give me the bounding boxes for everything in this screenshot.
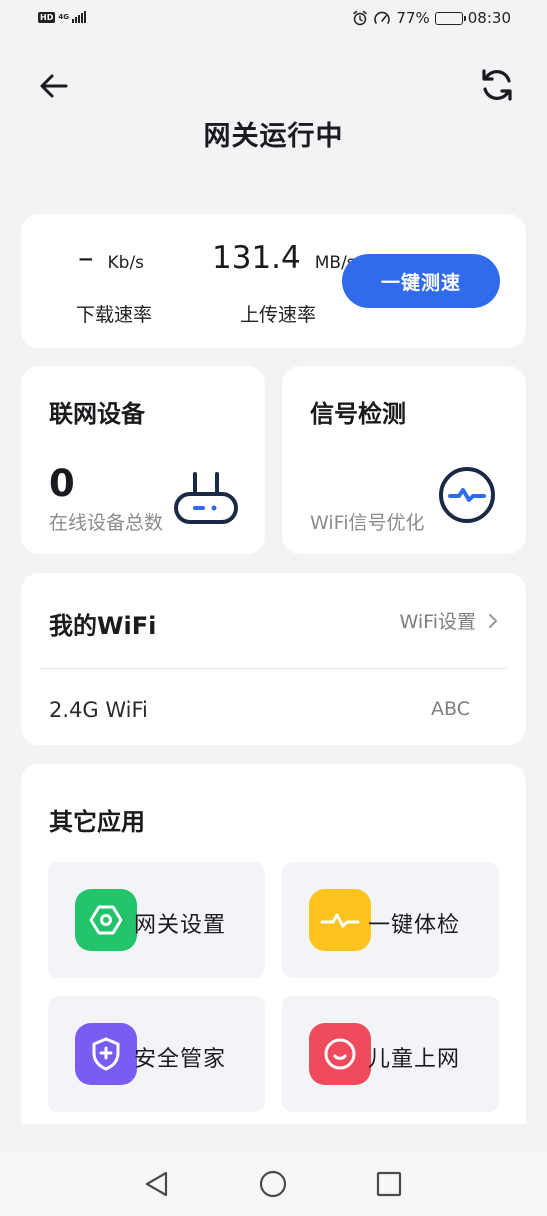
devices-subtitle: 在线设备总数 <box>49 512 164 534</box>
device-count: 0 <box>49 462 75 505</box>
status-left: HD 4G <box>38 11 86 23</box>
alarm-icon <box>353 10 368 26</box>
upload-value: 131.4 <box>212 240 301 276</box>
upload-label: 上传速率 <box>240 304 317 326</box>
app-label: 儿童上网 <box>368 1047 461 1072</box>
connected-devices-card[interactable]: 联网设备 0 在线设备总数 <box>21 366 265 554</box>
other-apps-card: 其它应用 网关设置 一键体检 安全管家 儿童上网 <box>21 764 526 1124</box>
app-icon-bg <box>309 889 371 951</box>
apps-title: 其它应用 <box>49 808 145 836</box>
back-button[interactable] <box>36 68 72 104</box>
app-label: 一键体检 <box>368 913 461 938</box>
refresh-button[interactable] <box>478 66 516 104</box>
signal-check-card[interactable]: 信号检测 WiFi信号优化 <box>282 366 526 554</box>
speedometer-icon <box>374 11 391 24</box>
signal-subtitle: WiFi信号优化 <box>310 512 425 534</box>
speed-test-button[interactable]: 一键测速 <box>342 254 500 308</box>
wifi-title: 我的WiFi <box>49 612 157 640</box>
pulse-icon <box>439 467 495 523</box>
refresh-icon <box>482 69 512 101</box>
smile-icon <box>324 1038 356 1070</box>
app-label: 安全管家 <box>134 1047 227 1072</box>
system-nav-bar <box>0 1152 547 1216</box>
divider <box>40 668 507 669</box>
app-icon-bg <box>75 1023 137 1085</box>
wifi-settings-link[interactable]: WiFi设置 <box>400 607 498 634</box>
hd-badge: HD <box>38 11 56 23</box>
app-security-manager[interactable]: 安全管家 <box>48 996 265 1112</box>
network-type: 4G <box>58 12 69 21</box>
arrow-left-icon <box>40 74 68 98</box>
download-label: 下载速率 <box>76 304 153 326</box>
pulse-icon <box>320 913 360 928</box>
nav-back-icon[interactable] <box>142 1169 172 1199</box>
devices-title: 联网设备 <box>49 400 145 428</box>
download-speed: – Kb/s <box>78 240 144 276</box>
my-wifi-card: 我的WiFi WiFi设置 2.4G WiFi ABC <box>21 573 526 745</box>
nav-recent-icon[interactable] <box>374 1169 404 1199</box>
router-icon <box>174 472 238 524</box>
battery-percent: 77% <box>396 9 430 27</box>
chevron-right-icon <box>488 613 498 628</box>
app-label: 网关设置 <box>134 913 227 938</box>
app-kids-online[interactable]: 儿童上网 <box>282 996 499 1112</box>
wifi-settings-label: WiFi设置 <box>399 611 476 633</box>
speed-card: – Kb/s 131.4 MB/s 下载速率 上传速率 一键测速 <box>21 214 526 348</box>
signal-icon <box>71 11 86 23</box>
hexagon-settings-icon <box>89 905 123 935</box>
app-health-check[interactable]: 一键体检 <box>282 862 499 978</box>
status-bar: HD 4G 77% 08:30 <box>0 0 547 38</box>
app-icon-bg <box>309 1023 371 1085</box>
battery-icon <box>434 11 466 25</box>
upload-speed: 131.4 MB/s <box>212 240 356 276</box>
status-right: 77% 08:30 <box>352 9 511 27</box>
wifi-band: 2.4G WiFi <box>49 698 148 722</box>
download-unit: Kb/s <box>107 253 145 273</box>
page-title: 网关运行中 <box>203 121 344 152</box>
signal-title: 信号检测 <box>310 400 406 428</box>
download-value: – <box>78 240 94 276</box>
shield-plus-icon <box>92 1037 120 1071</box>
wifi-ssid: ABC <box>431 698 470 720</box>
app-gateway-settings[interactable]: 网关设置 <box>48 862 265 978</box>
clock: 08:30 <box>467 9 511 27</box>
app-icon-bg <box>75 889 137 951</box>
nav-home-icon[interactable] <box>258 1169 288 1199</box>
